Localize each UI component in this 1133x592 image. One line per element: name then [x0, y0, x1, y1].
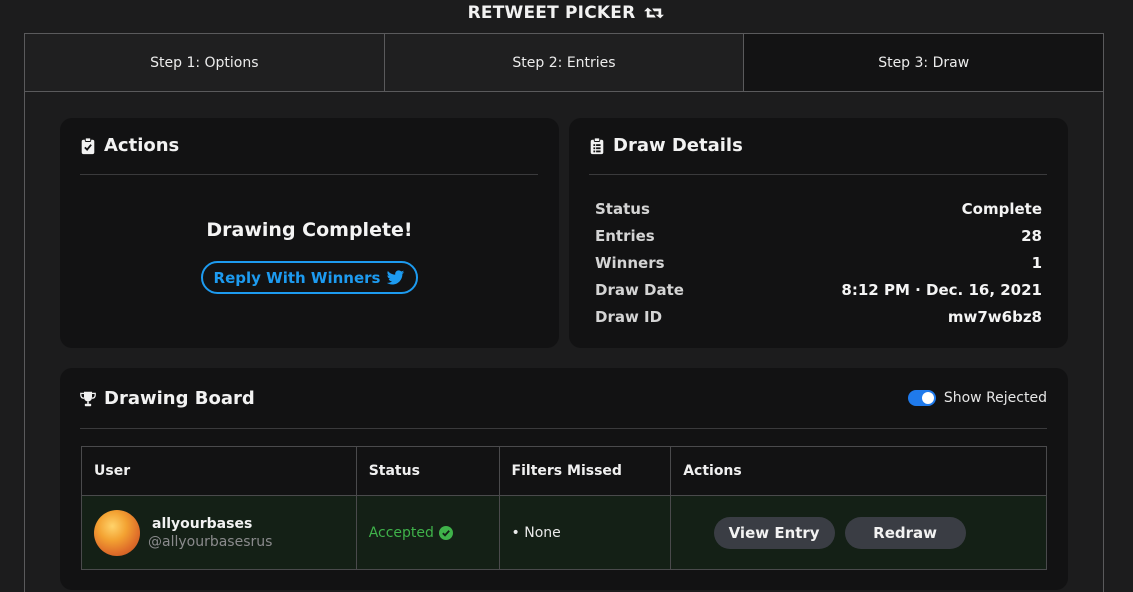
- drawing-board-divider: [80, 428, 1047, 429]
- show-rejected-label: Show Rejected: [943, 390, 1047, 406]
- app-title-text: RETWEET PICKER: [467, 3, 636, 23]
- show-rejected-control: Show Rejected: [907, 390, 1047, 406]
- check-circle-icon: [438, 525, 453, 540]
- detail-row-draw-date: Draw Date 8:12 PM · Dec. 16, 2021: [595, 276, 1042, 303]
- actions-cell: View Entry Redraw: [670, 495, 1047, 570]
- detail-key: Winners: [595, 253, 665, 272]
- detail-value: 8:12 PM · Dec. 16, 2021: [841, 280, 1042, 299]
- clipboard-check-icon: [81, 136, 95, 154]
- detail-row-draw-id: Draw ID mw7w6bz8: [595, 303, 1042, 330]
- actions-title: Actions: [104, 135, 180, 156]
- user-name: allyourbases: [152, 515, 253, 532]
- retweet-icon: [644, 7, 665, 19]
- tab-step-3-draw[interactable]: Step 3: Draw: [744, 34, 1104, 91]
- table-row: allyourbases @allyourbasesrus Accepted •…: [81, 495, 1047, 570]
- draw-details-card: Draw Details Status Complete Entries 28 …: [569, 118, 1068, 348]
- drawing-complete-message: Drawing Complete!: [206, 219, 413, 241]
- user-cell: allyourbases @allyourbasesrus: [81, 495, 357, 570]
- status-cell: Accepted: [355, 495, 500, 570]
- column-header-filters-missed: Filters Missed: [498, 446, 672, 496]
- drawing-board-table: User Status Filters Missed Actions allyo…: [81, 446, 1047, 570]
- clipboard-list-icon: [590, 136, 604, 154]
- detail-value: 28: [1021, 226, 1042, 245]
- detail-value: Complete: [961, 199, 1042, 218]
- redraw-button[interactable]: Redraw: [844, 516, 966, 549]
- twitter-bird-icon: [387, 269, 405, 284]
- avatar[interactable]: [94, 509, 140, 556]
- draw-details-divider: [589, 174, 1047, 175]
- draw-details-title: Draw Details: [613, 135, 743, 156]
- actions-header: Actions: [80, 135, 179, 156]
- user-handle: @allyourbasesrus: [148, 533, 273, 550]
- detail-row-winners: Winners 1: [595, 249, 1042, 276]
- app-title: RETWEET PICKER: [0, 0, 1133, 26]
- actions-card: Actions Drawing Complete! Reply With Win…: [60, 118, 559, 348]
- drawing-board-header: Drawing Board: [80, 388, 255, 409]
- column-header-status: Status: [355, 446, 500, 496]
- view-entry-button[interactable]: View Entry: [713, 516, 835, 549]
- status-text: Accepted: [368, 524, 434, 541]
- table-header-row: User Status Filters Missed Actions: [81, 446, 1047, 496]
- tab-step-1-options[interactable]: Step 1: Options: [25, 34, 385, 91]
- tab-step-2-entries[interactable]: Step 2: Entries: [384, 34, 745, 91]
- drawing-board-card: Drawing Board Show Rejected User Status …: [60, 368, 1068, 590]
- reply-with-winners-button[interactable]: Reply With Winners: [201, 261, 418, 294]
- filters-missed-cell: • None: [498, 495, 672, 570]
- column-header-actions: Actions: [670, 446, 1047, 496]
- step-tabs: Step 1: Options Step 2: Entries Step 3: …: [25, 34, 1104, 92]
- trophy-icon: [80, 391, 96, 406]
- draw-details-header: Draw Details: [589, 135, 743, 156]
- detail-key: Status: [595, 199, 650, 218]
- detail-value: mw7w6bz8: [947, 307, 1042, 326]
- column-header-user: User: [81, 446, 357, 496]
- detail-key: Draw ID: [595, 307, 663, 326]
- detail-value: 1: [1031, 253, 1042, 272]
- drawing-board-title: Drawing Board: [104, 388, 255, 409]
- status-badge: Accepted: [369, 525, 453, 541]
- detail-rows: Status Complete Entries 28 Winners 1 Dra…: [595, 195, 1042, 330]
- detail-key: Entries: [595, 226, 655, 245]
- detail-row-status: Status Complete: [595, 195, 1042, 222]
- actions-divider: [80, 174, 538, 175]
- detail-row-entries: Entries 28: [595, 222, 1042, 249]
- show-rejected-toggle[interactable]: [907, 390, 936, 406]
- detail-key: Draw Date: [595, 280, 684, 299]
- reply-button-label: Reply With Winners: [213, 268, 381, 287]
